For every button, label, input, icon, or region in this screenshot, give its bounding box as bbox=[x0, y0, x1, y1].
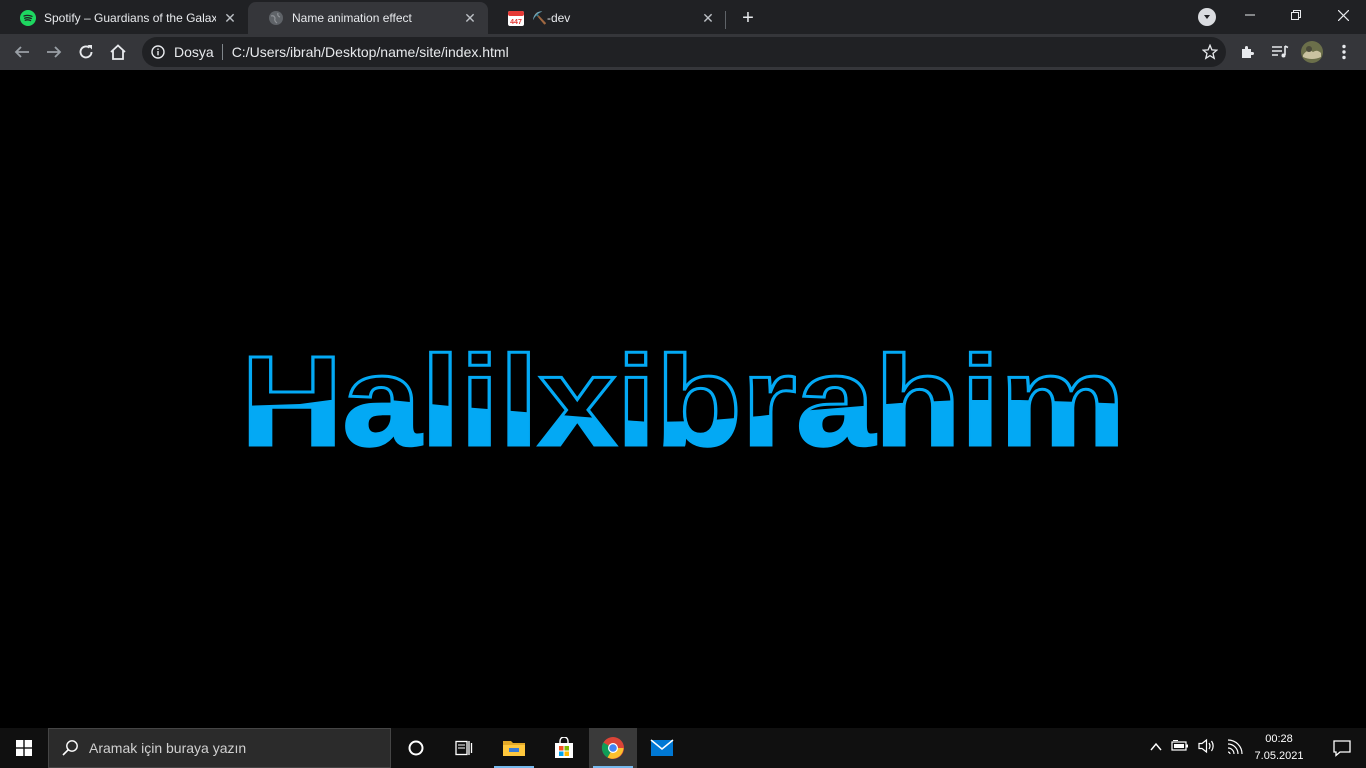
store-bag-icon bbox=[555, 737, 573, 758]
tab-search-button[interactable] bbox=[1198, 8, 1216, 26]
task-view-button[interactable] bbox=[440, 728, 488, 768]
profile-avatar[interactable] bbox=[1298, 38, 1326, 66]
windows-taskbar: Aramak için buraya yazın 00:28 7.05.2021 bbox=[0, 728, 1366, 768]
chevron-down-icon bbox=[1204, 15, 1210, 19]
battery-icon[interactable] bbox=[1171, 739, 1189, 757]
arrow-left-icon bbox=[14, 46, 29, 58]
taskbar-search-box[interactable]: Aramak için buraya yazın bbox=[48, 728, 391, 768]
close-tab-icon[interactable]: ✕ bbox=[222, 10, 238, 26]
home-button[interactable] bbox=[104, 38, 132, 66]
minimize-icon bbox=[1245, 14, 1255, 16]
tab-name-animation[interactable]: Name animation effect ✕ bbox=[248, 2, 488, 34]
address-bar[interactable]: Dosya C:/Users/ibrah/Desktop/name/site/i… bbox=[142, 37, 1226, 67]
search-placeholder: Aramak için buraya yazın bbox=[89, 740, 247, 756]
close-tab-icon[interactable]: ✕ bbox=[700, 10, 716, 26]
spotify-icon bbox=[20, 10, 36, 26]
tab-title: ⛏️-dev bbox=[532, 11, 571, 25]
tab-strip: Spotify – Guardians of the Galaxy ✕ Name… bbox=[0, 0, 1366, 34]
browser-toolbar: Dosya C:/Users/ibrah/Desktop/name/site/i… bbox=[0, 34, 1366, 70]
clock-date: 7.05.2021 bbox=[1254, 750, 1304, 762]
notification-icon bbox=[1333, 740, 1351, 757]
restore-button[interactable] bbox=[1273, 0, 1319, 30]
cortana-circle-icon bbox=[408, 740, 424, 756]
reload-icon bbox=[79, 45, 93, 59]
restore-icon bbox=[1291, 10, 1301, 20]
chrome-icon bbox=[601, 737, 624, 759]
browser-menu-button[interactable] bbox=[1330, 38, 1358, 66]
media-control-button[interactable] bbox=[1266, 38, 1294, 66]
search-icon bbox=[62, 740, 78, 756]
taskbar-clock[interactable]: 00:28 7.05.2021 bbox=[1244, 731, 1314, 765]
mail-button[interactable] bbox=[638, 728, 686, 768]
info-icon[interactable] bbox=[150, 44, 166, 60]
security-chip[interactable]: Dosya bbox=[174, 44, 214, 60]
tab-title: Name animation effect bbox=[292, 11, 412, 25]
name-animation: Halilxibrahim Halilxibrahim bbox=[240, 329, 1127, 475]
tab-title: Spotify – Guardians of the Galaxy bbox=[44, 11, 216, 25]
puzzle-icon bbox=[1242, 46, 1254, 58]
cortana-button[interactable] bbox=[392, 728, 440, 768]
clock-time: 00:28 bbox=[1265, 733, 1293, 745]
close-window-button[interactable] bbox=[1320, 0, 1366, 30]
close-icon bbox=[1337, 9, 1349, 21]
system-tray bbox=[1150, 728, 1243, 768]
tab-spotify[interactable]: Spotify – Guardians of the Galaxy ✕ bbox=[0, 2, 248, 34]
arrow-right-icon bbox=[47, 46, 62, 58]
store-button[interactable] bbox=[540, 728, 588, 768]
url-text[interactable]: C:/Users/ibrah/Desktop/name/site/index.h… bbox=[232, 44, 509, 60]
home-icon bbox=[110, 44, 126, 60]
forward-button[interactable] bbox=[40, 38, 68, 66]
minimize-button[interactable] bbox=[1227, 0, 1273, 30]
page-viewport: Halilxibrahim Halilxibrahim bbox=[0, 70, 1366, 728]
windows-logo-icon bbox=[16, 740, 32, 756]
tab-dev[interactable]: 447 ⛏️-dev ✕ bbox=[488, 2, 726, 34]
start-button[interactable] bbox=[0, 728, 48, 768]
action-center-button[interactable] bbox=[1318, 728, 1366, 768]
show-hidden-icons-chevron-icon[interactable] bbox=[1150, 739, 1162, 757]
avatar-icon bbox=[1301, 41, 1323, 63]
task-view-icon bbox=[455, 740, 473, 756]
new-tab-button[interactable]: + bbox=[736, 6, 760, 30]
omnibox-divider bbox=[221, 44, 223, 60]
reload-button[interactable] bbox=[72, 38, 100, 66]
bookmark-star-icon[interactable] bbox=[1201, 43, 1219, 60]
wifi-icon[interactable] bbox=[1225, 738, 1243, 759]
file-explorer-button[interactable] bbox=[490, 728, 538, 768]
volume-icon[interactable] bbox=[1198, 738, 1216, 759]
close-tab-icon[interactable]: ✕ bbox=[462, 10, 478, 26]
mail-icon bbox=[650, 739, 674, 756]
globe-icon bbox=[268, 10, 284, 26]
back-button[interactable] bbox=[8, 38, 36, 66]
folder-icon bbox=[503, 741, 525, 756]
calendar-447-icon: 447 bbox=[508, 10, 524, 26]
chrome-taskbar-button[interactable] bbox=[589, 728, 637, 768]
calendar-badge: 447 bbox=[510, 19, 522, 26]
playlist-icon bbox=[1272, 45, 1289, 58]
extensions-button[interactable] bbox=[1234, 38, 1262, 66]
more-vertical-icon bbox=[1342, 44, 1346, 60]
